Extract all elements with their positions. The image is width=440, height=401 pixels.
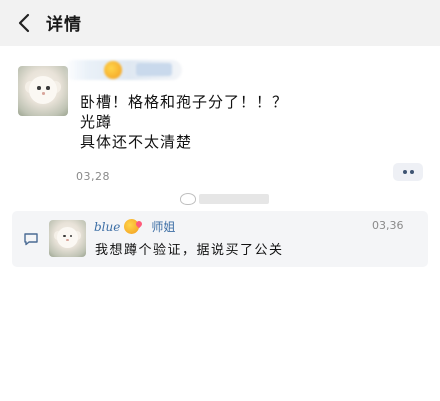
reply-card[interactable]: blue 师姐 03,36 我想蹲个验证，据说买了公关: [12, 211, 428, 267]
blurred-username: [64, 60, 182, 80]
avatar[interactable]: [49, 220, 86, 257]
reply-username[interactable]: blue: [94, 220, 120, 234]
reply-role-badge: 师姐: [151, 220, 176, 234]
header-bar: 详情: [0, 0, 440, 46]
page-title: 详情: [46, 15, 82, 35]
post-line: 光蹲: [80, 113, 113, 131]
watermark: [180, 193, 269, 205]
reply-timestamp: 03,36: [372, 219, 404, 232]
avatar[interactable]: [18, 66, 68, 116]
post-line: 具体还不太清楚: [80, 133, 193, 151]
post-line: 卧槽！格格和孢子分了！！？: [80, 93, 289, 111]
chevron-left-icon: [18, 13, 30, 33]
reply-text: 我想蹲个验证，据说买了公关: [95, 243, 284, 258]
post-card: 卧槽！格格和孢子分了！！？ 光蹲 具体还不太清楚 03,28: [0, 46, 440, 196]
weibo-logo-icon: [180, 193, 196, 205]
back-button[interactable]: [10, 8, 40, 38]
more-dots-icon: [403, 170, 407, 174]
post-timestamp: 03,28: [76, 170, 110, 183]
post-text: 卧槽！格格和孢子分了！！？ 光蹲 具体还不太清楚: [80, 92, 410, 152]
reply-author: blue 师姐: [94, 218, 175, 235]
more-button[interactable]: [393, 163, 423, 181]
kiss-emoji-icon: [124, 219, 140, 234]
comment-icon: [24, 233, 38, 246]
